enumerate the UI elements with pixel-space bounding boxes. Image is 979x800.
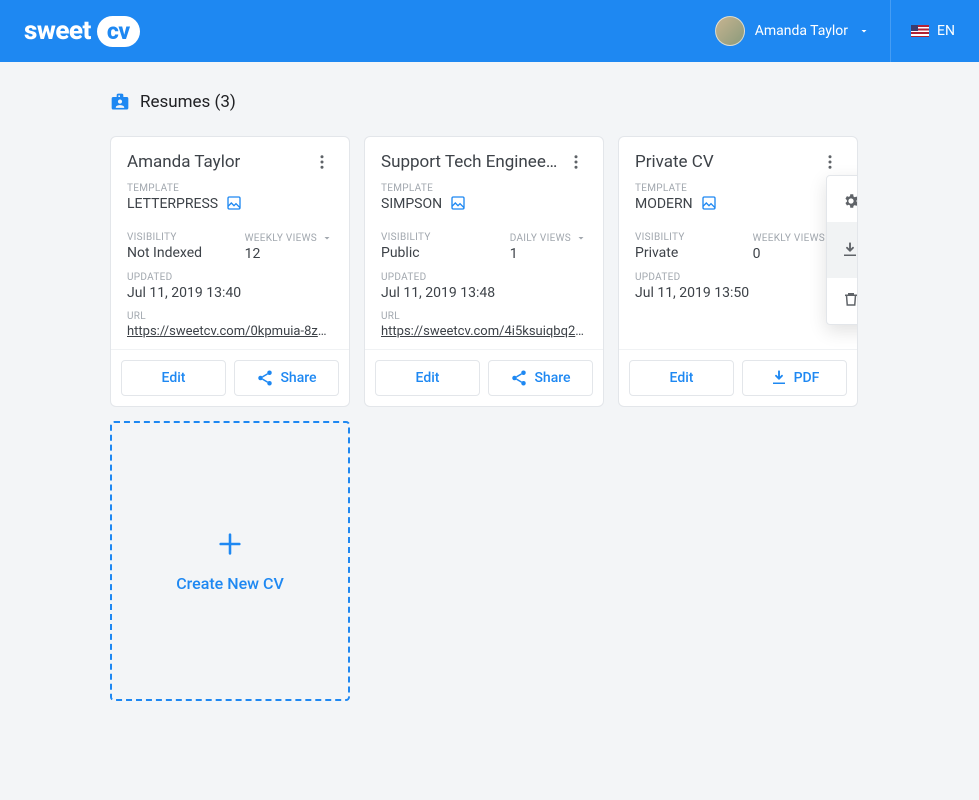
updated-label: UPDATED [635,272,841,283]
visibility-label: VISIBILITY [381,232,431,243]
gear-icon [841,192,858,210]
resume-grid: Amanda Taylor TEMPLATE LETTERPRESS VISIB… [110,136,869,701]
secondary-button-icon [510,369,528,387]
template-label: TEMPLATE [635,183,841,194]
brand-suffix: cv [97,16,140,47]
create-new-cv[interactable]: Create New CV [110,421,350,701]
language-switcher[interactable]: EN [891,23,955,39]
views-value: 12 [245,246,333,262]
flag-icon [911,25,929,37]
user-name: Amanda Taylor [755,23,848,39]
views-label: DAILY VIEWS [510,233,571,244]
resume-url[interactable]: https://sweetcv.com/4i5ksuiqbq2a5 [381,324,587,339]
more-button[interactable] [819,151,841,173]
visibility-value: Private [635,245,685,261]
views-label: WEEKLY VIEWS [753,233,825,244]
chevron-down-icon [858,25,870,37]
brand-logo[interactable]: sweet cv [24,16,140,47]
edit-button[interactable]: Edit [375,360,480,396]
edit-button[interactable]: Edit [629,360,734,396]
resume-card: Private CV TEMPLATE MODERN VISIBILITY Pr… [618,136,858,407]
avatar [715,16,745,46]
visibility-value: Not Indexed [127,245,202,261]
views-dropdown[interactable]: WEEKLY VIEWS [245,232,333,244]
share-button[interactable]: Share [488,360,593,396]
app-header: sweet cv Amanda Taylor EN [0,0,979,62]
dropdown-icon [575,232,587,244]
resume-card: Amanda Taylor TEMPLATE LETTERPRESS VISIB… [110,136,350,407]
resume-title: Support Tech Enginee… [381,152,557,172]
resume-card: Support Tech Enginee… TEMPLATE SIMPSON V… [364,136,604,407]
resume-title: Private CV [635,152,714,172]
menu-delete[interactable]: Delete [827,278,858,320]
visibility-label: VISIBILITY [127,232,202,243]
card-menu-popover: Settings Download PDF Delete [826,175,858,325]
brand-name: sweet [24,16,91,46]
user-menu[interactable]: Amanda Taylor [695,0,891,62]
dropdown-icon [321,232,333,244]
resume-url[interactable]: https://sweetcv.com/0kpmuia-8zsb1 [127,324,333,339]
visibility-label: VISIBILITY [635,232,685,243]
resumes-icon [110,92,130,112]
create-label: Create New CV [176,574,284,593]
url-label: URL [127,311,333,322]
template-value: LETTERPRESS [127,196,218,212]
url-label: URL [381,311,587,322]
views-value: 1 [510,246,587,262]
main-content: Resumes (3) Amanda Taylor TEMPLATE LETTE… [0,62,979,731]
download-icon [841,241,858,259]
more-button[interactable] [311,151,333,173]
secondary-button-icon [770,369,788,387]
template-value: MODERN [635,196,693,212]
trash-icon [841,290,858,308]
updated-value: Jul 11, 2019 13:50 [635,285,841,301]
image-icon[interactable] [701,195,717,211]
page-title: Resumes (3) [110,92,869,112]
views-dropdown[interactable]: DAILY VIEWS [510,232,587,244]
menu-download-pdf[interactable]: Download PDF [827,222,858,278]
language-code: EN [937,23,955,39]
updated-value: Jul 11, 2019 13:48 [381,285,587,301]
edit-button[interactable]: Edit [121,360,226,396]
updated-value: Jul 11, 2019 13:40 [127,285,333,301]
share-button[interactable]: Share [234,360,339,396]
more-button[interactable] [565,151,587,173]
plus-icon [216,530,244,558]
template-label: TEMPLATE [127,183,333,194]
template-label: TEMPLATE [381,183,587,194]
image-icon[interactable] [226,195,242,211]
page-title-text: Resumes (3) [140,92,236,112]
template-value: SIMPSON [381,196,442,212]
image-icon[interactable] [450,195,466,211]
pdf-button[interactable]: PDF [742,360,847,396]
updated-label: UPDATED [381,272,587,283]
menu-settings[interactable]: Settings [827,180,858,222]
visibility-value: Public [381,245,431,261]
views-label: WEEKLY VIEWS [245,233,317,244]
secondary-button-icon [256,369,274,387]
updated-label: UPDATED [127,272,333,283]
resume-title: Amanda Taylor [127,152,240,172]
